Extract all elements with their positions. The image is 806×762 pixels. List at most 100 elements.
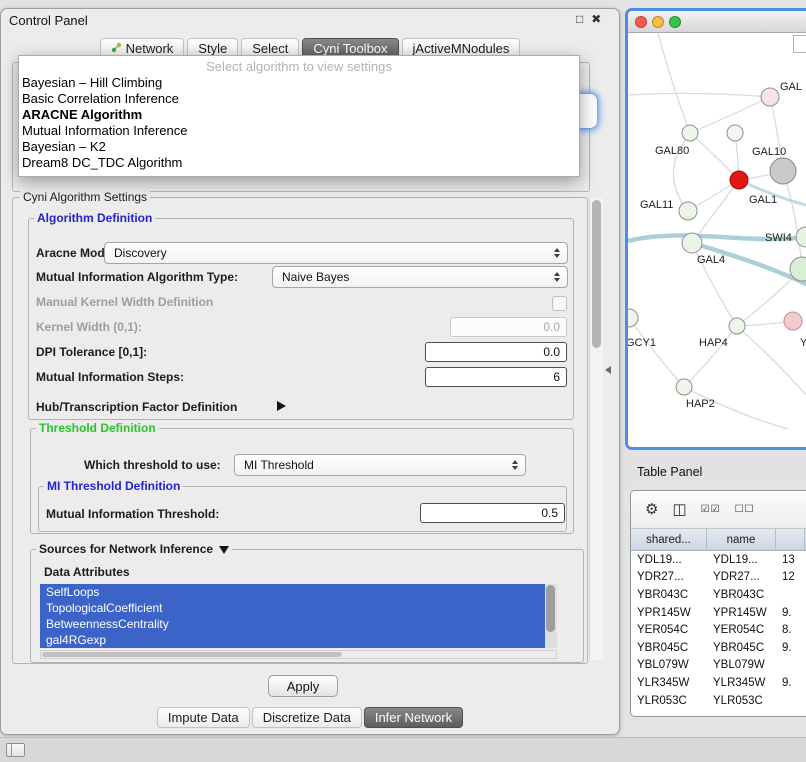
hub-section-label[interactable]: Hub/Transcription Factor Definition — [36, 400, 237, 414]
network-node-gcy1[interactable] — [628, 309, 638, 327]
table-cell: 9. — [776, 677, 805, 689]
algorithm-option-dream8-dc-tdc-algorithm[interactable]: Dream8 DC_TDC Algorithm — [19, 155, 579, 171]
network-node-gal1[interactable] — [730, 171, 748, 189]
deselect-all-icon[interactable]: ☐☐ — [735, 505, 755, 515]
mi-threshold-group-title: MI Threshold Definition — [44, 479, 183, 493]
settings-icon[interactable]: ⚙ — [645, 502, 658, 517]
traffic-light-zoom[interactable] — [669, 16, 681, 28]
table-row[interactable]: YPR145WYPR145W9. — [631, 604, 806, 622]
scrollbar-thumb[interactable] — [42, 652, 342, 657]
threshold-definition-title: Threshold Definition — [36, 421, 159, 435]
column-header-name[interactable]: name — [707, 529, 776, 550]
combobox-arrows-icon — [554, 248, 560, 258]
attributes-vertical-scrollbar[interactable] — [545, 584, 557, 648]
network-node-label: GCY1 — [628, 337, 656, 349]
tab-impute-data[interactable]: Impute Data — [157, 707, 250, 728]
table-row[interactable]: YBL079WYBL079W — [631, 657, 806, 675]
traffic-light-close[interactable] — [635, 16, 647, 28]
mi-steps-field[interactable]: 6 — [425, 367, 567, 387]
network-node-label: GAL10 — [752, 146, 786, 158]
network-edge — [628, 93, 770, 97]
column-header-2[interactable] — [776, 529, 805, 550]
attribute-item-betweennesscentrality[interactable]: BetweennessCentrality — [40, 616, 545, 632]
column-header-shared[interactable]: shared... — [631, 529, 707, 550]
data-attributes-list[interactable]: SelfLoopsTopologicalCoefficientBetweenne… — [40, 584, 557, 648]
network-canvas[interactable]: GAL80GALGAL10GAL1GAL11SWI4GAL4GCY1HAP4YH… — [628, 33, 806, 447]
attribute-item-gal4rgexp[interactable]: gal4RGexp — [40, 632, 545, 648]
attribute-item-topologicalcoefficient[interactable]: TopologicalCoefficient — [40, 600, 545, 616]
network-node-y-pink[interactable] — [784, 312, 802, 330]
algorithm-option-basic-correlation-inference[interactable]: Basic Correlation Inference — [19, 91, 579, 107]
table-cell: 12 — [776, 571, 805, 583]
attributes-horizontal-scrollbar[interactable] — [40, 650, 557, 659]
table-row[interactable]: YDL19...YDL19...13 — [631, 551, 806, 569]
tab-discretize-data[interactable]: Discretize Data — [252, 707, 362, 728]
table-cell: YBR045C — [707, 642, 776, 654]
mi-algorithm-type-combobox[interactable]: Naive Bayes — [272, 266, 568, 288]
collapse-arrow-icon[interactable] — [219, 546, 229, 554]
network-node-label: GAL11 — [640, 199, 673, 211]
manual-kernel-width-checkbox[interactable] — [552, 296, 567, 311]
network-node-gal10[interactable] — [770, 158, 796, 184]
float-button[interactable]: □ — [576, 12, 583, 26]
table-row[interactable]: YER054CYER054C8. — [631, 621, 806, 639]
scrollbar-thumb[interactable] — [546, 585, 555, 632]
minimized-panel-icon[interactable] — [6, 743, 25, 757]
table-row[interactable]: YBR045CYBR045C9. — [631, 639, 806, 657]
expand-arrow-icon[interactable] — [277, 401, 286, 411]
sources-section-title[interactable]: Sources for Network Inference — [36, 542, 232, 556]
network-node-mid-pale[interactable] — [727, 125, 743, 141]
panel-splitter-arrow-icon[interactable] — [605, 366, 611, 374]
which-threshold-label: Which threshold to use: — [84, 458, 221, 472]
table-cell: YPR145W — [707, 607, 776, 619]
table-row[interactable]: YDR27...YDR27...12 — [631, 569, 806, 587]
network-node-label: HAP2 — [686, 398, 715, 410]
attribute-item-selfloops[interactable]: SelfLoops — [40, 584, 545, 600]
mi-algorithm-type-value: Naive Bayes — [282, 270, 349, 284]
algorithm-option-mutual-information-inference[interactable]: Mutual Information Inference — [19, 123, 579, 139]
table-panel-title: Table Panel — [637, 465, 702, 479]
mi-algorithm-type-label: Mutual Information Algorithm Type: — [36, 270, 238, 284]
aracne-mode-combobox[interactable]: Discovery — [104, 242, 568, 264]
tab-label: Cyni Toolbox — [313, 41, 387, 56]
table-cell: 9. — [776, 607, 805, 619]
settings-scrollbar[interactable] — [589, 198, 603, 660]
table-row[interactable]: YLR345WYLR345W9. — [631, 674, 806, 692]
network-edge — [658, 33, 690, 133]
network-window-titlebar[interactable] — [628, 11, 806, 33]
network-node-top-pink[interactable] — [761, 88, 779, 106]
columns-icon[interactable]: ◫ — [672, 502, 686, 517]
traffic-light-minimize[interactable] — [652, 16, 664, 28]
kernel-width-field[interactable]: 0.0 — [450, 317, 567, 337]
which-threshold-value: MI Threshold — [244, 458, 314, 472]
manual-kernel-width-label: Manual Kernel Width Definition — [36, 295, 213, 309]
network-edge — [692, 180, 739, 243]
aracne-mode-value: Discovery — [114, 246, 167, 260]
algorithm-option-bayesian-hill-climbing[interactable]: Bayesian – Hill Climbing — [19, 75, 579, 91]
table-row[interactable]: YBR043CYBR043C — [631, 586, 806, 604]
window-title: Control Panel — [9, 13, 88, 28]
apply-button[interactable]: Apply — [268, 675, 338, 697]
algorithm-option-bayesian-k2[interactable]: Bayesian – K2 — [19, 139, 579, 155]
network-icon — [111, 41, 122, 56]
table-row[interactable]: YLR053CYLR053C — [631, 692, 806, 710]
network-node-gal4[interactable] — [682, 233, 702, 253]
tab-infer-network[interactable]: Infer Network — [364, 707, 463, 728]
algorithm-definition-title: Algorithm Definition — [34, 211, 155, 225]
which-threshold-combobox[interactable]: MI Threshold — [234, 454, 526, 476]
dpi-tolerance-field[interactable]: 0.0 — [425, 342, 567, 362]
tab-label: jActiveMNodules — [413, 41, 510, 56]
table-cell: YDR27... — [707, 571, 776, 583]
close-button[interactable]: ✖ — [591, 12, 601, 26]
network-node-gal11[interactable] — [679, 202, 697, 220]
mi-threshold-field[interactable]: 0.5 — [420, 503, 565, 523]
network-node-hap2[interactable] — [676, 379, 692, 395]
scrollbar-thumb[interactable] — [592, 200, 601, 348]
network-node-mid-low[interactable] — [729, 318, 745, 334]
table-cell: YBR043C — [707, 589, 776, 601]
bottom-tab-bar: Impute DataDiscretize DataInfer Network — [0, 707, 620, 728]
select-all-icon[interactable]: ☑☑ — [701, 505, 721, 515]
algorithm-option-aracne-algorithm[interactable]: ARACNE Algorithm — [19, 107, 579, 123]
network-node-gal80[interactable] — [682, 125, 698, 141]
tab-label: Select — [252, 41, 288, 56]
